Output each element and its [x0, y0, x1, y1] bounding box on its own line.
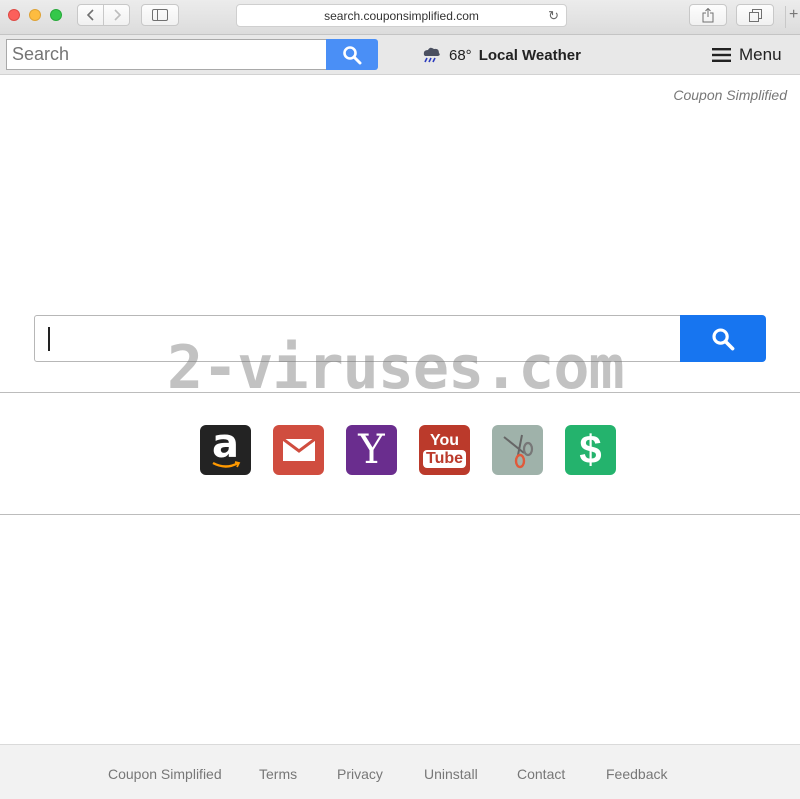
search-icon — [712, 327, 735, 350]
amazon-shortcut[interactable]: a — [200, 421, 251, 475]
amazon-smile-icon — [211, 461, 240, 468]
toolbar-search-input[interactable] — [6, 39, 326, 70]
minimize-window-button[interactable] — [29, 9, 41, 21]
back-button[interactable] — [77, 4, 104, 26]
menu-button[interactable]: Menu — [712, 45, 782, 65]
url-text: search.couponsimplified.com — [324, 8, 479, 23]
sidebar-icon — [152, 9, 168, 21]
footer-link-privacy[interactable]: Privacy — [337, 766, 383, 782]
share-icon — [702, 7, 714, 22]
gmail-shortcut[interactable] — [273, 425, 324, 475]
youtube-icon-bottom: Tube — [422, 450, 467, 468]
scissors-icon — [502, 434, 533, 469]
envelope-icon — [281, 438, 316, 461]
yahoo-icon: Y — [358, 427, 385, 473]
divider-bottom — [0, 514, 800, 515]
youtube-icon-top: You — [429, 432, 460, 449]
footer: Coupon Simplified Terms Privacy Uninstal… — [0, 744, 800, 799]
share-button[interactable] — [689, 4, 727, 26]
main-search-button[interactable] — [680, 315, 766, 362]
forward-button[interactable] — [103, 4, 130, 26]
address-bar[interactable]: search.couponsimplified.com ↻ — [236, 4, 567, 27]
close-window-button[interactable] — [8, 9, 20, 21]
search-icon — [343, 45, 362, 64]
fullscreen-window-button[interactable] — [50, 9, 62, 21]
youtube-shortcut[interactable]: You Tube — [419, 425, 470, 475]
show-tabs-button[interactable] — [736, 4, 774, 26]
sidebar-toggle-button[interactable] — [141, 4, 179, 26]
browser-titlebar: search.couponsimplified.com ↻ + — [0, 0, 800, 35]
text-cursor — [48, 327, 50, 351]
menu-label: Menu — [739, 45, 782, 64]
hamburger-icon — [712, 48, 731, 62]
brand-logo-text: Coupon Simplified — [673, 87, 787, 103]
amazon-icon: a — [212, 421, 239, 467]
footer-link-uninstall[interactable]: Uninstall — [424, 766, 478, 782]
tabs-icon — [748, 8, 762, 22]
footer-link-feedback[interactable]: Feedback — [606, 766, 667, 782]
chevron-left-icon — [86, 9, 94, 21]
watermark-text: 2-viruses.com — [167, 333, 625, 403]
chevron-right-icon — [113, 9, 121, 21]
weather-temperature: 68° — [449, 46, 472, 64]
yahoo-shortcut[interactable]: Y — [346, 425, 397, 475]
reload-icon[interactable]: ↻ — [548, 8, 559, 24]
weather-label: Local Weather — [478, 46, 581, 64]
footer-link-coupon-simplified[interactable]: Coupon Simplified — [108, 766, 222, 782]
dollar-icon: $ — [579, 427, 602, 472]
local-weather-link[interactable]: 68° Local Weather — [420, 46, 581, 64]
footer-link-contact[interactable]: Contact — [517, 766, 565, 782]
coupons-shortcut[interactable] — [492, 425, 543, 475]
money-shortcut[interactable]: $ — [565, 425, 616, 475]
new-tab-button[interactable]: + — [785, 6, 800, 28]
rain-cloud-icon — [423, 47, 440, 63]
extension-toolbar: 68° Local Weather Menu — [0, 35, 800, 75]
footer-link-terms[interactable]: Terms — [259, 766, 297, 782]
toolbar-search-button[interactable] — [326, 39, 378, 70]
